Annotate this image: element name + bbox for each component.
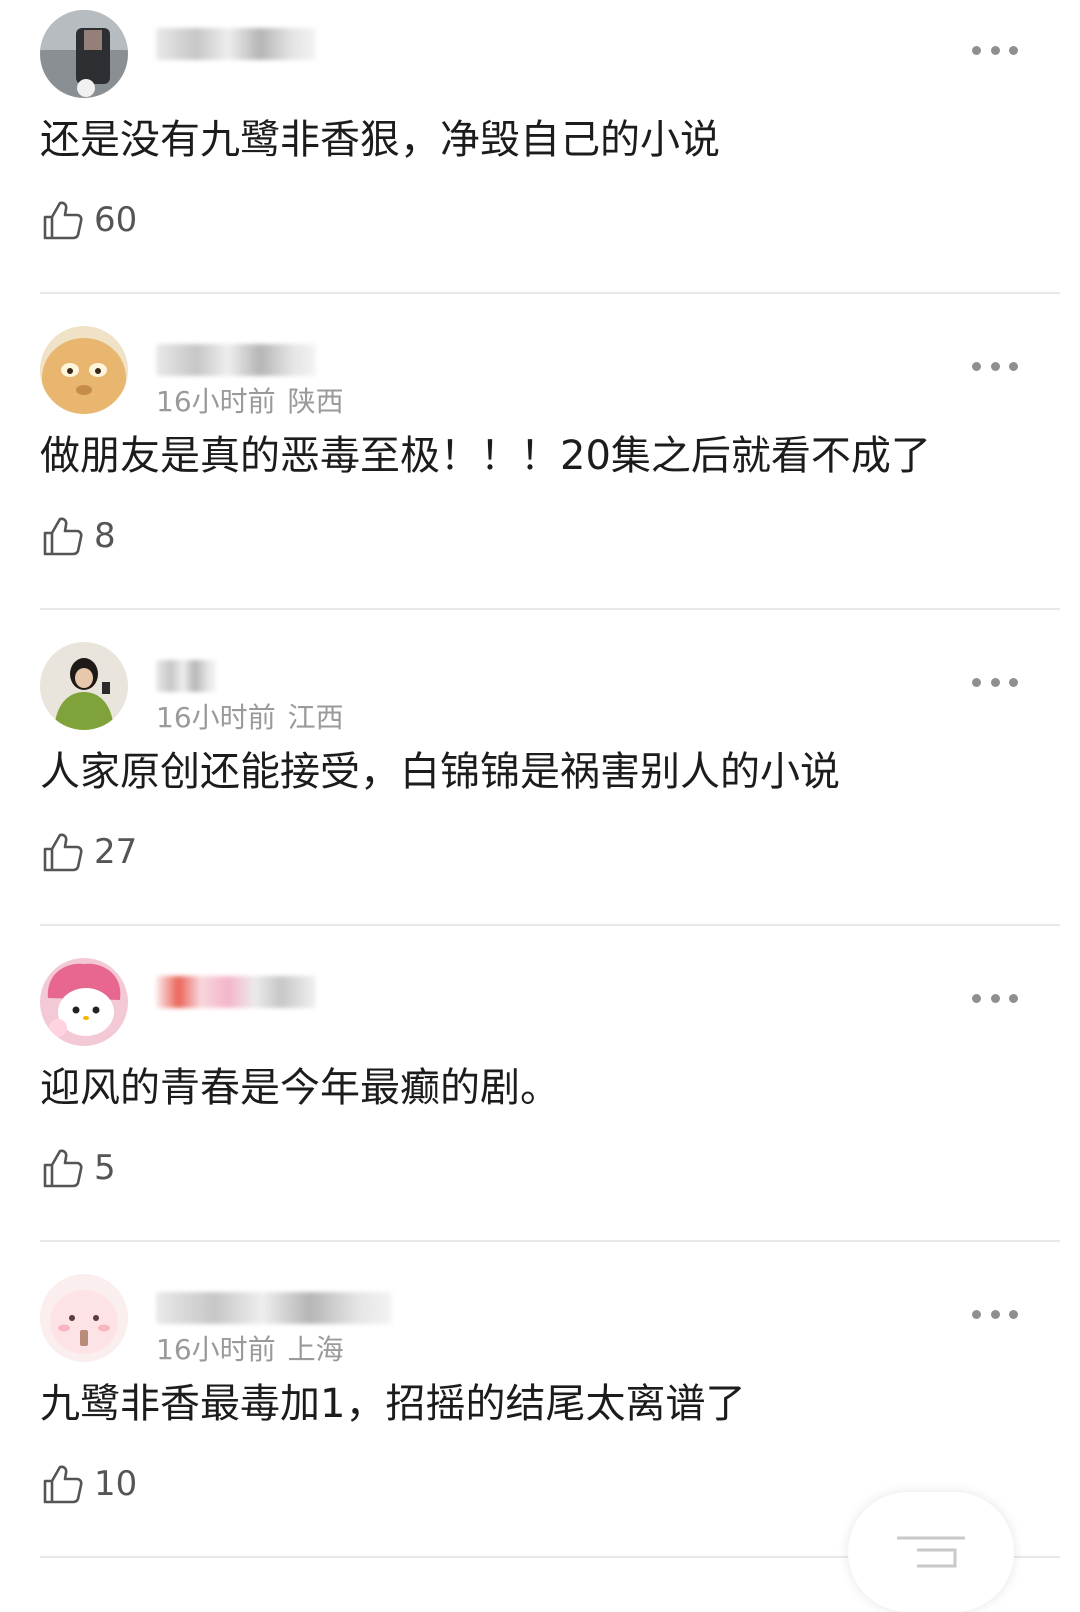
thumbs-up-icon [43,201,83,240]
more-dots-icon [972,993,981,1003]
avatar-image [40,642,128,730]
username-blurred [156,976,316,1008]
divider [40,924,1060,926]
like-button[interactable]: 8 [40,512,116,560]
more-dots-icon [972,1309,981,1319]
more-dots-icon [972,361,981,371]
comment-text: 还是没有九鹭非香狠，净毁自己的小说 [40,117,720,163]
comment-item: 16小时前 陕西 做朋友是真的恶毒至极！！！20集之后就看不成了 8 [0,316,1080,632]
like-button[interactable]: 27 [40,828,137,876]
username-blurred [156,344,316,376]
comment-meta: 16小时前 陕西 [156,380,344,420]
avatar[interactable] [40,1274,128,1362]
username-blurred [156,1292,392,1324]
more-options-button[interactable] [972,40,1018,60]
comment-item: 还是没有九鹭非香狠，净毁自己的小说 60 [0,0,1080,316]
divider [40,1240,1060,1242]
like-count: 60 [94,200,138,240]
like-count: 5 [94,1148,116,1188]
divider [40,292,1060,294]
comment-time: 16小时前 [156,385,276,418]
avatar[interactable] [40,958,128,1046]
more-options-button[interactable] [972,1304,1018,1324]
avatar-image [40,326,128,414]
more-options-button[interactable] [972,988,1018,1008]
comment-text: 人家原创还能接受，白锦锦是祸害别人的小说 [40,749,840,795]
comment-meta: 16小时前 上海 [156,1328,344,1368]
divider [40,608,1060,610]
comment-meta [156,1012,168,1045]
username-blurred [156,660,216,692]
like-button[interactable]: 10 [40,1460,137,1508]
more-options-button[interactable] [972,672,1018,692]
comment-region: 陕西 [287,385,344,418]
like-button[interactable]: 60 [40,196,137,244]
more-options-button[interactable] [972,356,1018,376]
avatar-image [40,1274,128,1362]
comment-text: 九鹭非香最毒加1，招摇的结尾太离谱了 [40,1381,746,1427]
like-count: 10 [94,1464,138,1504]
comment-text: 做朋友是真的恶毒至极！！！20集之后就看不成了 [40,433,931,479]
more-dots-icon [972,677,981,687]
avatar[interactable] [40,642,128,730]
comment-time: 16小时前 [156,1333,276,1366]
avatar[interactable] [40,326,128,414]
comment-region: 上海 [287,1333,344,1366]
username-blurred [156,28,316,60]
comment-region: 江西 [287,701,344,734]
thumbs-up-icon [43,1465,83,1504]
thumbs-up-icon [43,517,83,556]
comment-meta [156,64,168,97]
more-dots-icon [972,45,981,55]
comment-item: 迎风的青春是今年最癫的剧。 5 [0,948,1080,1264]
floating-comment-button[interactable] [848,1492,1014,1612]
like-count: 27 [94,832,138,872]
comment-text: 迎风的青春是今年最癫的剧。 [40,1065,560,1111]
comment-item: 16小时前 江西 人家原创还能接受，白锦锦是祸害别人的小说 27 [0,632,1080,948]
thumbs-up-icon [43,1149,83,1188]
avatar-image [40,10,128,98]
avatar-image [40,958,128,1046]
avatar[interactable] [40,10,128,98]
comment-time: 16小时前 [156,701,276,734]
thumbs-up-icon [43,833,83,872]
compose-icon [897,1536,965,1568]
like-count: 8 [94,516,116,556]
like-button[interactable]: 5 [40,1144,116,1192]
comment-meta: 16小时前 江西 [156,696,344,736]
